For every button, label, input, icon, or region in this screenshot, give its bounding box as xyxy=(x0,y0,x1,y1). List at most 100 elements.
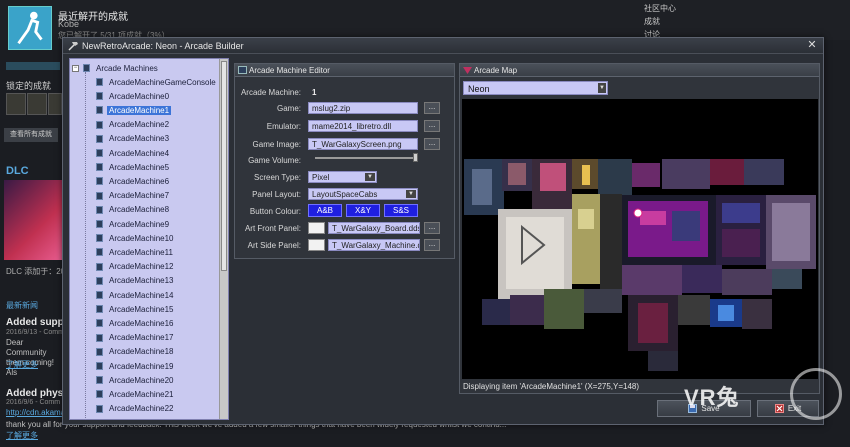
collapse-toggle-icon[interactable]: − xyxy=(72,64,79,72)
tree-item[interactable]: ArcadeMachine5 xyxy=(96,161,171,173)
game-browse-button[interactable]: ... xyxy=(424,102,440,114)
emulator-field[interactable]: mame2014_libretro.dll xyxy=(308,120,418,132)
side-panel-browse-button[interactable]: ... xyxy=(424,239,440,251)
colour-xy-button[interactable]: X&Y xyxy=(346,204,380,217)
game-field[interactable]: mslug2.zip xyxy=(308,102,418,114)
tree-item[interactable]: ArcadeMachine17 xyxy=(96,332,175,344)
tree-item[interactable]: ArcadeMachine22 xyxy=(96,403,175,415)
dlc-heading: DLC xyxy=(6,165,29,177)
locked-achievement-icon[interactable] xyxy=(48,93,62,115)
front-panel-preview[interactable] xyxy=(308,222,325,234)
tree-item[interactable]: ArcadeMachine19 xyxy=(96,360,175,372)
editor-panel-header: Arcade Machine Editor xyxy=(235,64,454,77)
tree-item-label: ArcadeMachineGameConsole xyxy=(109,77,216,87)
locked-achievement-icon[interactable] xyxy=(6,93,26,115)
art-side-panel-field[interactable]: T_WarGalaxy_Machine.dd xyxy=(328,239,420,251)
panel-layout-select[interactable]: LayoutSpaceCabs ▼ xyxy=(308,188,418,200)
tree-item[interactable]: ArcadeMachine14 xyxy=(96,289,175,301)
tree-item[interactable]: ArcadeMachine9 xyxy=(96,218,171,230)
arcade-map-view[interactable] xyxy=(462,99,818,379)
emulator-browse-button[interactable]: ... xyxy=(424,120,440,132)
arcade-machine-icon xyxy=(96,92,103,101)
news-read-more-link[interactable]: 了解更多 xyxy=(6,359,38,370)
news-title[interactable]: Added physi xyxy=(6,388,66,399)
colour-ab-button[interactable]: A&B xyxy=(308,204,342,217)
tree-item[interactable]: ArcadeMachine23 xyxy=(96,417,175,419)
locked-achievement-icon[interactable] xyxy=(27,93,47,115)
news-title[interactable]: Added supp xyxy=(6,317,64,328)
map-panel-header: Arcade Map xyxy=(460,64,819,77)
tree-item-label: ArcadeMachine18 xyxy=(109,347,174,357)
tree-item[interactable]: ArcadeMachine7 xyxy=(96,190,171,202)
art-front-panel-label: Art Front Panel: xyxy=(244,224,301,233)
tree-item[interactable]: ArcadeMachine8 xyxy=(96,204,171,216)
tree-item[interactable]: ArcadeMachine2 xyxy=(96,119,171,131)
watermark-text: VR兔 xyxy=(684,385,740,410)
front-panel-browse-button[interactable]: ... xyxy=(424,222,440,234)
tree-item-label: ArcadeMachine23 xyxy=(107,418,175,419)
machine-number-value: 1 xyxy=(312,88,317,97)
news-link[interactable]: http://cdn.akama xyxy=(6,408,65,417)
tree-scrollbar-thumb[interactable] xyxy=(221,61,227,271)
button-colour-label: Button Colour: xyxy=(249,207,301,216)
arcade-machine-tree[interactable]: − Arcade Machines ArcadeMachineGameConso… xyxy=(69,58,229,420)
tree-item[interactable]: ArcadeMachine16 xyxy=(96,317,175,329)
game-volume-slider[interactable] xyxy=(315,157,417,159)
arcade-machine-icon xyxy=(96,78,103,86)
tree-item-label: ArcadeMachine10 xyxy=(109,233,174,243)
tree-item[interactable]: ArcadeMachine6 xyxy=(96,175,171,187)
tree-item[interactable]: ArcadeMachine20 xyxy=(96,374,175,386)
tree-item[interactable]: ArcadeMachine1 xyxy=(96,104,172,116)
dlc-image[interactable] xyxy=(4,180,62,260)
tree-root-node[interactable]: − Arcade Machines xyxy=(72,62,160,74)
news-read-more-link[interactable]: 了解更多 xyxy=(6,430,38,441)
folder-icon xyxy=(83,64,90,72)
tree-item[interactable]: ArcadeMachine13 xyxy=(96,275,175,287)
game-image-field[interactable]: T_WarGalaxyScreen.png xyxy=(308,138,418,150)
tree-scrollbar[interactable] xyxy=(219,59,228,419)
arcade-machine-icon xyxy=(96,220,103,228)
colour-ss-button[interactable]: S&S xyxy=(384,204,418,217)
community-hub-link[interactable]: 社区中心 xyxy=(644,2,676,15)
tree-item-label: ArcadeMachine6 xyxy=(109,176,170,186)
window-title: NewRetroArcade: Neon - Arcade Builder xyxy=(82,41,244,51)
tree-item-label: ArcadeMachine16 xyxy=(109,318,174,328)
side-panel-preview[interactable] xyxy=(308,239,325,251)
tree-item[interactable]: ArcadeMachineGameConsole xyxy=(96,76,218,88)
game-image-browse-button[interactable]: ... xyxy=(424,138,440,150)
game-image-label: Game Image: xyxy=(252,140,301,149)
title-bar[interactable]: NewRetroArcade: Neon - Arcade Builder ✕ xyxy=(63,38,823,54)
arcade-machine-icon xyxy=(96,163,103,172)
view-all-achievements-button[interactable]: 查看所有成就 xyxy=(4,128,58,142)
tree-item[interactable]: ArcadeMachine11 xyxy=(96,246,175,258)
arcade-machine-icon xyxy=(96,347,103,356)
achievements-link[interactable]: 成就 xyxy=(644,15,676,28)
tree-item-label: ArcadeMachine22 xyxy=(109,404,174,414)
tree-item-label: ArcadeMachine14 xyxy=(109,290,174,300)
tree-item[interactable]: ArcadeMachine18 xyxy=(96,346,175,358)
editor-panel-icon xyxy=(238,66,247,74)
chevron-down-icon: ▼ xyxy=(365,173,375,181)
screen-type-label: Screen Type: xyxy=(254,173,301,182)
arcade-map-panel: Arcade Map Neon ▼ Displaying item 'Arcad… xyxy=(459,63,820,394)
close-icon[interactable]: ✕ xyxy=(805,39,819,52)
tree-item[interactable]: ArcadeMachine10 xyxy=(96,232,175,244)
art-front-panel-field[interactable]: T_WarGalaxy_Board.dds xyxy=(328,222,420,234)
steam-side-links: 社区中心 成就 讨论 xyxy=(644,2,676,41)
arcade-machine-icon xyxy=(96,177,103,186)
arcade-machine-icon xyxy=(96,376,103,385)
tree-item[interactable]: ArcadeMachine3 xyxy=(96,133,171,145)
arcade-machine-icon xyxy=(96,234,103,243)
game-volume-slider-thumb[interactable] xyxy=(413,153,418,162)
tree-item[interactable]: ArcadeMachine12 xyxy=(96,261,175,273)
tree-item[interactable]: ArcadeMachine0 xyxy=(96,90,171,102)
tree-item-label: ArcadeMachine9 xyxy=(109,219,170,229)
screen-type-select[interactable]: Pixel ▼ xyxy=(308,171,377,183)
locked-achievements-heading: 锁定的成就 xyxy=(6,81,52,91)
tree-item[interactable]: ArcadeMachine4 xyxy=(96,147,171,159)
map-select[interactable]: Neon ▼ xyxy=(463,81,608,95)
tree-item-label: ArcadeMachine13 xyxy=(109,276,174,286)
tree-item[interactable]: ArcadeMachine21 xyxy=(96,388,175,400)
arcade-machine-icon xyxy=(96,120,103,129)
tree-item[interactable]: ArcadeMachine15 xyxy=(96,303,175,315)
